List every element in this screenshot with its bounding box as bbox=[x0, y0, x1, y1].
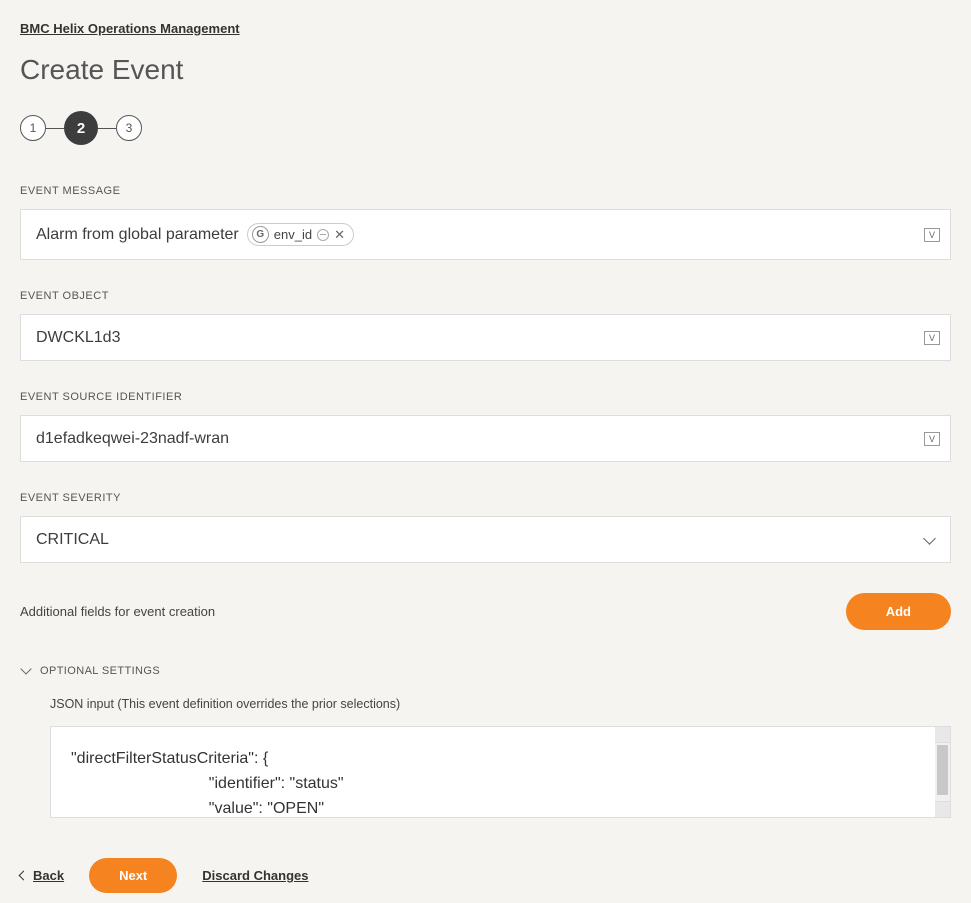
step-1[interactable]: 1 bbox=[20, 115, 46, 141]
stepper-line bbox=[98, 128, 116, 129]
next-button[interactable]: Next bbox=[89, 858, 177, 893]
event-source-value: d1efadkeqwei-23nadf-wran bbox=[36, 430, 229, 448]
chevron-down-icon bbox=[20, 665, 32, 677]
optional-settings-label: OPTIONAL SETTINGS bbox=[40, 665, 160, 677]
event-source-label: EVENT SOURCE IDENTIFIER bbox=[20, 391, 951, 403]
chip-minus-icon[interactable] bbox=[317, 229, 329, 241]
parameter-chip[interactable]: G env_id ✕ bbox=[247, 223, 354, 246]
stepper: 1 2 3 bbox=[20, 111, 951, 145]
page-title: Create Event bbox=[20, 54, 951, 86]
variable-picker-icon[interactable]: V bbox=[924, 228, 940, 242]
event-severity-label: EVENT SEVERITY bbox=[20, 492, 951, 504]
step-2[interactable]: 2 bbox=[64, 111, 98, 145]
chevron-left-icon bbox=[19, 871, 29, 881]
chip-badge-icon: G bbox=[252, 226, 269, 243]
footer: Back Next Discard Changes bbox=[20, 858, 951, 893]
event-message-label: EVENT MESSAGE bbox=[20, 185, 951, 197]
event-object-input[interactable]: DWCKL1d3 V bbox=[20, 314, 951, 361]
json-textarea[interactable]: "directFilterStatusCriteria": { "identif… bbox=[50, 726, 951, 818]
event-source-group: EVENT SOURCE IDENTIFIER d1efadkeqwei-23n… bbox=[20, 391, 951, 462]
step-3[interactable]: 3 bbox=[116, 115, 142, 141]
scrollbar[interactable] bbox=[935, 727, 950, 817]
json-input-label: JSON input (This event definition overri… bbox=[50, 697, 951, 711]
discard-changes-link[interactable]: Discard Changes bbox=[202, 868, 308, 883]
event-message-text: Alarm from global parameter bbox=[36, 226, 239, 244]
variable-picker-icon[interactable]: V bbox=[924, 331, 940, 345]
json-content: "directFilterStatusCriteria": { "identif… bbox=[71, 747, 930, 818]
optional-settings-body: JSON input (This event definition overri… bbox=[20, 697, 951, 818]
additional-fields-row: Additional fields for event creation Add bbox=[20, 593, 951, 630]
add-button[interactable]: Add bbox=[846, 593, 951, 630]
event-severity-value: CRITICAL bbox=[36, 531, 109, 549]
event-source-input[interactable]: d1efadkeqwei-23nadf-wran V bbox=[20, 415, 951, 462]
variable-picker-icon[interactable]: V bbox=[924, 432, 940, 446]
breadcrumb[interactable]: BMC Helix Operations Management bbox=[20, 21, 240, 36]
chip-close-icon[interactable]: ✕ bbox=[334, 228, 345, 241]
scrollbar-thumb[interactable] bbox=[937, 745, 948, 795]
optional-settings-toggle[interactable]: OPTIONAL SETTINGS bbox=[20, 665, 951, 677]
event-severity-group: EVENT SEVERITY CRITICAL bbox=[20, 492, 951, 563]
event-message-group: EVENT MESSAGE Alarm from global paramete… bbox=[20, 185, 951, 260]
chip-text: env_id bbox=[274, 227, 312, 242]
back-button[interactable]: Back bbox=[20, 868, 64, 883]
stepper-line bbox=[46, 128, 64, 129]
event-object-label: EVENT OBJECT bbox=[20, 290, 951, 302]
event-message-input[interactable]: Alarm from global parameter G env_id ✕ V bbox=[20, 209, 951, 260]
event-object-value: DWCKL1d3 bbox=[36, 329, 120, 347]
back-label: Back bbox=[33, 868, 64, 883]
event-object-group: EVENT OBJECT DWCKL1d3 V bbox=[20, 290, 951, 361]
event-severity-select[interactable]: CRITICAL bbox=[20, 516, 951, 563]
chevron-down-icon bbox=[923, 534, 935, 546]
additional-fields-label: Additional fields for event creation bbox=[20, 604, 215, 619]
